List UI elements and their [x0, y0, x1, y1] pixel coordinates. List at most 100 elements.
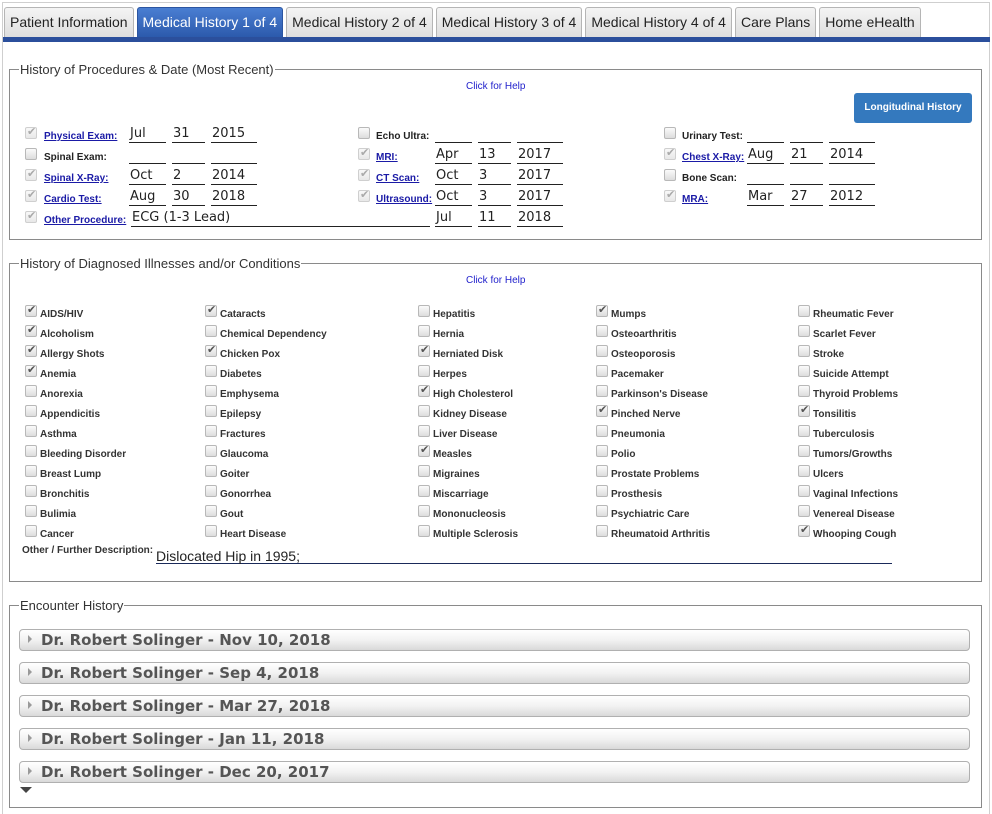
bone-scan-month-field[interactable]: [747, 168, 784, 185]
urinary-test-year-field[interactable]: [829, 126, 875, 143]
chicken-pox-checkbox[interactable]: [205, 343, 217, 357]
tab-patient-information[interactable]: Patient Information: [4, 7, 134, 37]
encounter-item[interactable]: Dr. Robert Solinger - Mar 27, 2018: [19, 695, 970, 717]
tab-medical-history-4[interactable]: Medical History 4 of 4: [585, 7, 732, 37]
chest-x-ray-label[interactable]: Chest X-Ray:: [682, 152, 744, 163]
encounter-item[interactable]: Dr. Robert Solinger - Dec 20, 2017: [19, 761, 970, 783]
hepatitis-checkbox[interactable]: [418, 305, 430, 317]
mononucleosis-checkbox[interactable]: [418, 505, 430, 517]
encounter-item[interactable]: Dr. Robert Solinger - Nov 10, 2018: [19, 629, 970, 651]
cardio-test-day-field[interactable]: 30: [172, 189, 205, 206]
mri-month-field[interactable]: Apr: [435, 147, 472, 164]
spinal-x-ray-month-field[interactable]: Oct: [129, 168, 166, 185]
physical-exam-checkbox[interactable]: [25, 125, 37, 139]
gout-checkbox[interactable]: [205, 505, 217, 517]
mra-day-field[interactable]: 27: [790, 189, 823, 206]
mri-year-field[interactable]: 2017: [517, 147, 563, 164]
cardio-test-year-field[interactable]: 2018: [211, 189, 257, 206]
ct-scan-checkbox[interactable]: [358, 167, 370, 181]
thyroid-problems-checkbox[interactable]: [798, 385, 810, 397]
echo-ultra-checkbox[interactable]: [358, 127, 370, 139]
pinched-nerve-checkbox[interactable]: [596, 403, 608, 417]
multiple-sclerosis-checkbox[interactable]: [418, 525, 430, 537]
bleeding-disorder-checkbox[interactable]: [25, 445, 37, 457]
mra-year-field[interactable]: 2012: [829, 189, 875, 206]
spinal-exam-checkbox[interactable]: [25, 148, 37, 160]
mumps-checkbox[interactable]: [596, 303, 608, 317]
echo-ultra-day-field[interactable]: [478, 126, 511, 143]
cardio-test-label[interactable]: Cardio Test:: [44, 194, 102, 205]
osteoporosis-checkbox[interactable]: [596, 345, 608, 357]
expand-more-icon[interactable]: [20, 787, 32, 793]
psychiatric-care-checkbox[interactable]: [596, 505, 608, 517]
mra-checkbox[interactable]: [664, 188, 676, 202]
suicide-attempt-checkbox[interactable]: [798, 365, 810, 377]
encounter-item[interactable]: Dr. Robert Solinger - Jan 11, 2018: [19, 728, 970, 750]
illnesses-help-link[interactable]: Click for Help: [466, 275, 525, 286]
pacemaker-checkbox[interactable]: [596, 365, 608, 377]
goiter-checkbox[interactable]: [205, 465, 217, 477]
cardio-test-month-field[interactable]: Aug: [129, 189, 166, 206]
tab-medical-history-1[interactable]: Medical History 1 of 4: [136, 7, 284, 37]
parkinson-s-disease-checkbox[interactable]: [596, 385, 608, 397]
ultrasound-label[interactable]: Ultrasound:: [376, 194, 432, 205]
prostate-problems-checkbox[interactable]: [596, 465, 608, 477]
migraines-checkbox[interactable]: [418, 465, 430, 477]
ultrasound-month-field[interactable]: Oct: [435, 189, 472, 206]
bronchitis-checkbox[interactable]: [25, 485, 37, 497]
heart-disease-checkbox[interactable]: [205, 525, 217, 537]
high-cholesterol-checkbox[interactable]: [418, 383, 430, 397]
other-procedure-label[interactable]: Other Procedure:: [44, 215, 126, 226]
chest-x-ray-year-field[interactable]: 2014: [829, 147, 875, 164]
cardio-test-checkbox[interactable]: [25, 188, 37, 202]
tumors-growths-checkbox[interactable]: [798, 445, 810, 457]
mri-checkbox[interactable]: [358, 146, 370, 160]
venereal-disease-checkbox[interactable]: [798, 505, 810, 517]
description-input[interactable]: Dislocated Hip in 1995;: [156, 548, 892, 564]
whooping-cough-checkbox[interactable]: [798, 523, 810, 537]
chest-x-ray-checkbox[interactable]: [664, 146, 676, 160]
pneumonia-checkbox[interactable]: [596, 425, 608, 437]
stroke-checkbox[interactable]: [798, 345, 810, 357]
polio-checkbox[interactable]: [596, 445, 608, 457]
urinary-test-checkbox[interactable]: [664, 127, 676, 139]
ct-scan-day-field[interactable]: 3: [478, 168, 511, 185]
spinal-exam-year-field[interactable]: [211, 147, 257, 164]
prosthesis-checkbox[interactable]: [596, 485, 608, 497]
ultrasound-checkbox[interactable]: [358, 188, 370, 202]
ct-scan-year-field[interactable]: 2017: [517, 168, 563, 185]
osteoarthritis-checkbox[interactable]: [596, 325, 608, 337]
echo-ultra-month-field[interactable]: [435, 126, 472, 143]
anorexia-checkbox[interactable]: [25, 385, 37, 397]
gonorrhea-checkbox[interactable]: [205, 485, 217, 497]
rheumatoid-arthritis-checkbox[interactable]: [596, 525, 608, 537]
chest-x-ray-day-field[interactable]: 21: [790, 147, 823, 164]
fractures-checkbox[interactable]: [205, 425, 217, 437]
chemical-dependency-checkbox[interactable]: [205, 325, 217, 337]
ultrasound-day-field[interactable]: 3: [478, 189, 511, 206]
measles-checkbox[interactable]: [418, 443, 430, 457]
allergy-shots-checkbox[interactable]: [25, 343, 37, 357]
bone-scan-year-field[interactable]: [829, 168, 875, 185]
physical-exam-day-field[interactable]: 31: [172, 126, 205, 143]
chest-x-ray-month-field[interactable]: Aug: [747, 147, 784, 164]
ct-scan-label[interactable]: CT Scan:: [376, 173, 419, 184]
physical-exam-year-field[interactable]: 2015: [211, 126, 257, 143]
hernia-checkbox[interactable]: [418, 325, 430, 337]
other-procedure-day-field[interactable]: 11: [478, 210, 511, 227]
asthma-checkbox[interactable]: [25, 425, 37, 437]
spinal-exam-day-field[interactable]: [172, 147, 205, 164]
vaginal-infections-checkbox[interactable]: [798, 485, 810, 497]
herpes-checkbox[interactable]: [418, 365, 430, 377]
spinal-x-ray-label[interactable]: Spinal X-Ray:: [44, 173, 108, 184]
glaucoma-checkbox[interactable]: [205, 445, 217, 457]
scarlet-fever-checkbox[interactable]: [798, 325, 810, 337]
herniated-disk-checkbox[interactable]: [418, 343, 430, 357]
spinal-exam-month-field[interactable]: [129, 147, 166, 164]
emphysema-checkbox[interactable]: [205, 385, 217, 397]
alcoholism-checkbox[interactable]: [25, 323, 37, 337]
cataracts-checkbox[interactable]: [205, 303, 217, 317]
anemia-checkbox[interactable]: [25, 363, 37, 377]
urinary-test-month-field[interactable]: [747, 126, 784, 143]
tab-medical-history-3[interactable]: Medical History 3 of 4: [435, 7, 583, 37]
